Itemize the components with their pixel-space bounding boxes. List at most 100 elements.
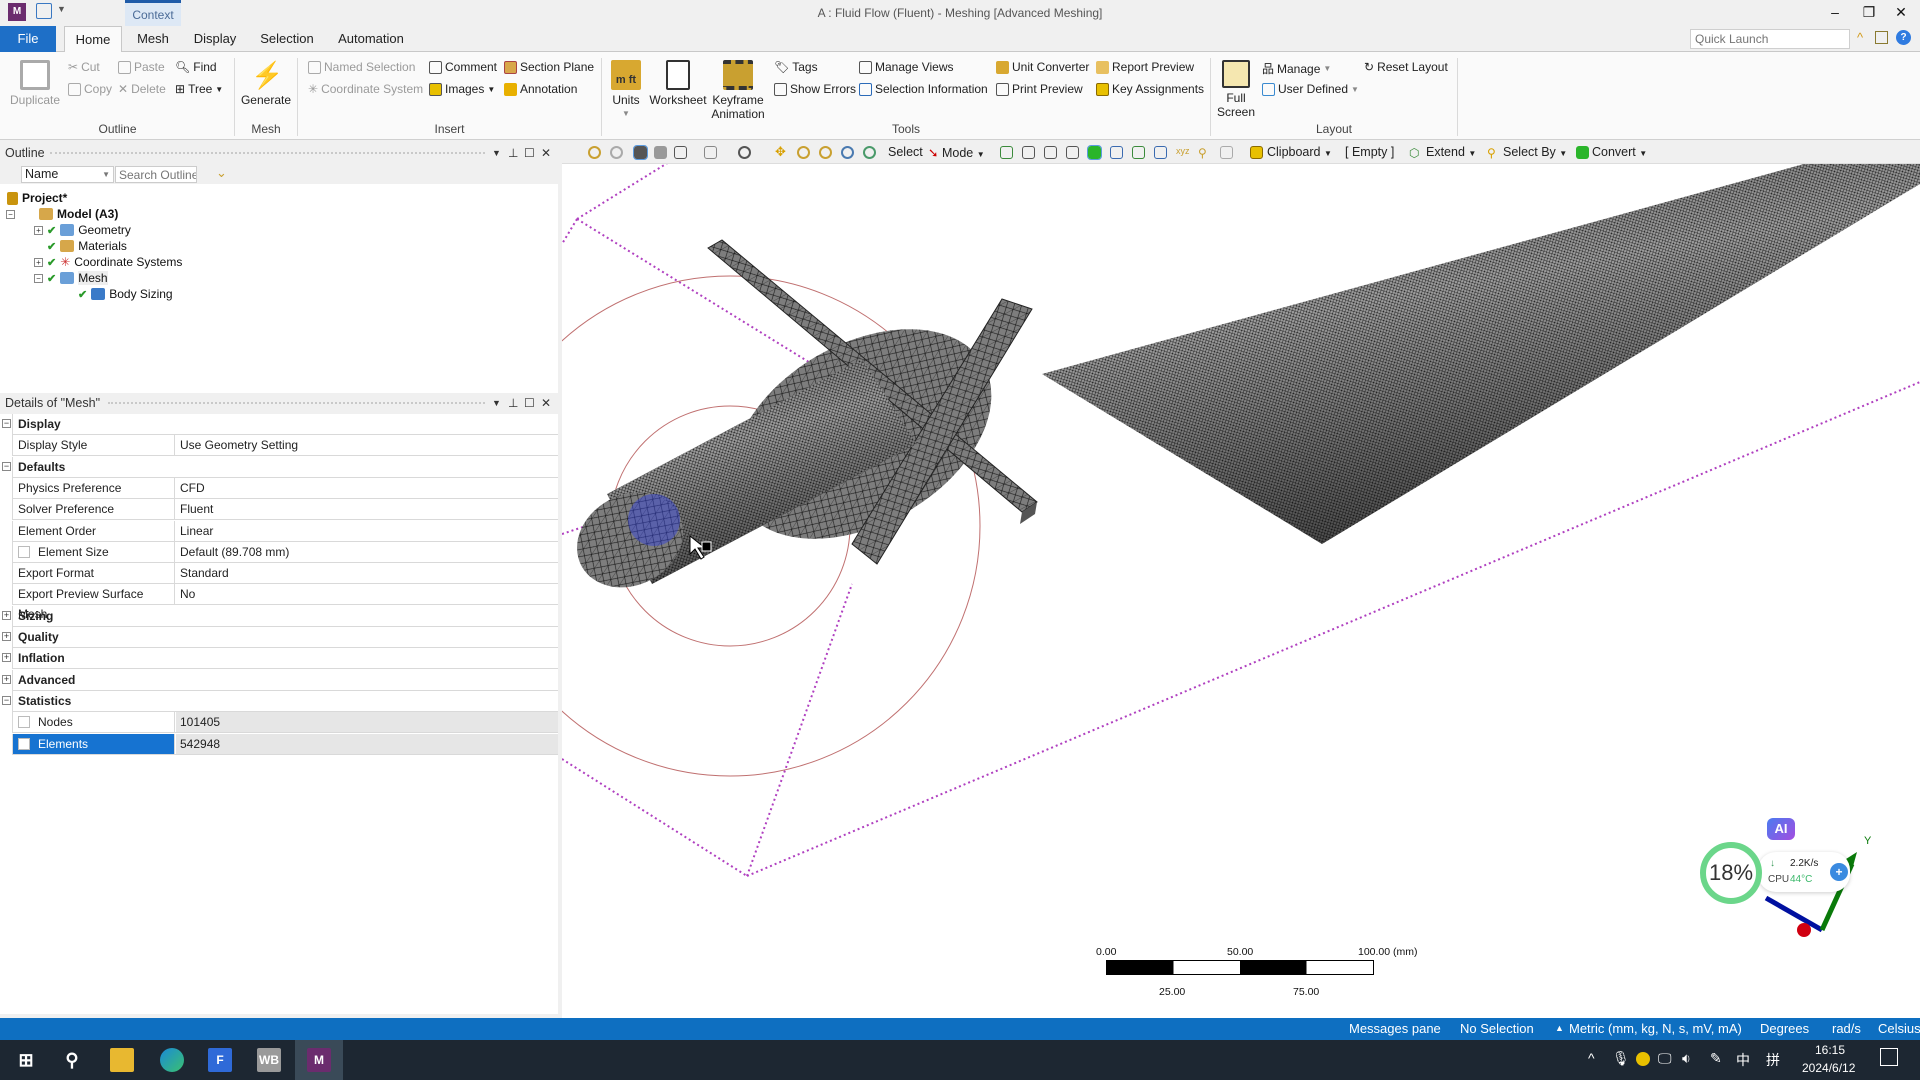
tree-item-mesh[interactable]: − ✔ Mesh	[34, 271, 108, 285]
pane-menu-icon[interactable]: ▼	[492, 393, 501, 413]
details-category[interactable]: + Sizing	[2, 605, 558, 627]
select-node-icon[interactable]	[1154, 146, 1167, 159]
tree-button[interactable]: ⊞ Tree ▼	[175, 82, 223, 96]
select-button[interactable]: Select	[888, 145, 923, 159]
expand-icon[interactable]: +	[2, 610, 11, 620]
workbench-app-icon[interactable]: WB	[257, 1048, 281, 1072]
fluent-app-icon[interactable]: F	[208, 1048, 232, 1072]
plus-icon[interactable]: +	[1830, 863, 1848, 881]
ime-mode[interactable]: 中	[1736, 1050, 1750, 1070]
collapse-icon[interactable]: −	[6, 209, 15, 219]
show-errors-button[interactable]: Show Errors	[774, 82, 856, 96]
details-category[interactable]: − Statistics	[2, 690, 558, 712]
property-value[interactable]: Fluent	[176, 499, 558, 519]
perf-card[interactable]: ↓ 2.2K/s CPU 44°C +	[1758, 852, 1850, 892]
expand-icon[interactable]: +	[2, 632, 11, 641]
details-row[interactable]: Element Size Default (89.708 mm)	[12, 541, 558, 563]
app-tray-icon[interactable]	[1636, 1052, 1650, 1066]
named-selection-button[interactable]: Named Selection	[308, 60, 415, 74]
clock-time[interactable]: 16:15	[1815, 1043, 1845, 1057]
user-defined-button[interactable]: User Defined ▼	[1262, 82, 1359, 96]
tab-automation[interactable]: Automation	[333, 26, 409, 52]
label-icon[interactable]	[1220, 146, 1233, 159]
context-tab[interactable]: Context	[125, 0, 181, 26]
worksheet-button[interactable]: Worksheet	[648, 60, 708, 107]
tab-mesh[interactable]: Mesh	[128, 26, 178, 52]
details-category[interactable]: + Quality	[2, 627, 558, 648]
search-options-icon[interactable]: ⌄	[216, 165, 227, 181]
property-value[interactable]: Default (89.708 mm)	[176, 542, 558, 562]
details-row[interactable]: Export Format Standard	[12, 563, 558, 585]
key-assignments-button[interactable]: Key Assignments	[1096, 82, 1204, 96]
windows-start-icon[interactable]: ⊞	[14, 1048, 38, 1072]
zoom-previous-icon[interactable]	[588, 146, 601, 159]
select-mesh-icon[interactable]	[1000, 146, 1013, 159]
find-button[interactable]: 🔍︎ Find	[175, 60, 217, 74]
maximize-pane-icon[interactable]: ☐	[524, 143, 535, 163]
tab-home[interactable]: Home	[64, 26, 122, 53]
report-preview-button[interactable]: Report Preview	[1096, 60, 1194, 74]
expand-icon[interactable]: +	[2, 674, 11, 684]
volume-icon[interactable]: 🔉︎	[1682, 1050, 1691, 1067]
details-row[interactable]: Physics Preference CFD	[12, 477, 558, 499]
property-value[interactable]: Linear	[176, 521, 558, 541]
drag-handle[interactable]	[108, 402, 485, 404]
select-body-icon[interactable]	[1087, 145, 1102, 160]
select-element-face-icon[interactable]	[1110, 146, 1123, 159]
box-zoom-icon[interactable]	[819, 146, 832, 159]
tree-item-coordinate-systems[interactable]: + ✔ ✳ Coordinate Systems	[34, 255, 182, 269]
restore-button[interactable]: ❐	[1854, 4, 1884, 22]
select-by-icon[interactable]: ⚲	[1487, 146, 1500, 160]
pin-icon[interactable]: ⊥	[508, 143, 518, 163]
images-button[interactable]: Images ▼	[429, 82, 495, 96]
close-pane-icon[interactable]: ✕	[541, 143, 551, 163]
property-value[interactable]: Use Geometry Setting	[176, 435, 558, 455]
details-category[interactable]: − Display	[2, 414, 558, 435]
clock-date[interactable]: 2024/6/12	[1802, 1061, 1855, 1075]
manage-button[interactable]: 品 Manage ▼	[1262, 60, 1331, 77]
paste-button[interactable]: Paste	[118, 60, 165, 74]
tree-item-model[interactable]: − Model (A3)	[6, 207, 118, 221]
tray-overflow-icon[interactable]: ^	[1588, 1050, 1595, 1066]
tab-file[interactable]: File	[0, 26, 56, 52]
select-vertex-icon[interactable]	[1022, 146, 1035, 159]
save-icon[interactable]	[36, 3, 52, 19]
pin-icon[interactable]: ⊥	[508, 393, 518, 413]
coordinate-system-button[interactable]: ✳ Coordinate System	[308, 82, 423, 96]
details-row[interactable]: Nodes 101405	[12, 712, 558, 734]
ime-pinyin[interactable]: 拼	[1766, 1050, 1780, 1070]
tree-item-body-sizing[interactable]: ✔ Body Sizing	[78, 287, 173, 301]
probe-icon[interactable]: ⚲	[1198, 146, 1211, 160]
collapse-icon[interactable]: −	[34, 273, 43, 283]
rotate-icon[interactable]	[738, 146, 751, 159]
section-plane-button[interactable]: Section Plane	[504, 60, 594, 74]
cut-button[interactable]: ✂ Cut	[68, 60, 100, 74]
tree-item-geometry[interactable]: + ✔ Geometry	[34, 223, 131, 237]
temperature-units[interactable]: Celsius	[1878, 1021, 1920, 1036]
angle-units[interactable]: Degrees	[1760, 1021, 1809, 1036]
magnifier-icon[interactable]	[863, 146, 876, 159]
parameter-checkbox[interactable]	[18, 737, 30, 750]
search-icon[interactable]: ⚲	[60, 1048, 84, 1072]
units-status[interactable]: Metric (mm, kg, N, s, mV, mA)	[1569, 1021, 1742, 1036]
wireframe-icon[interactable]	[674, 146, 687, 159]
select-by-button[interactable]: Select By ▼	[1503, 145, 1567, 159]
shaded-edges-icon[interactable]	[633, 145, 648, 160]
details-category[interactable]: + Inflation	[2, 648, 558, 670]
duplicate-button[interactable]: Duplicate	[8, 60, 62, 107]
help-icon[interactable]: ?	[1896, 30, 1911, 45]
expand-icon[interactable]: +	[34, 225, 43, 235]
selection-information-button[interactable]: Selection Information	[859, 82, 988, 96]
drag-handle[interactable]	[50, 152, 485, 154]
cpu-usage-ring[interactable]: 18%	[1700, 842, 1762, 904]
tree-item-project[interactable]: Project*	[7, 191, 67, 205]
mode-button[interactable]: ➘ Mode ▼	[928, 145, 985, 160]
pen-icon[interactable]: ✎	[1710, 1050, 1722, 1067]
shaded-icon[interactable]	[654, 146, 667, 159]
annotation-button[interactable]: Annotation	[504, 82, 577, 96]
parameter-checkbox[interactable]	[18, 545, 30, 558]
details-category[interactable]: − Defaults	[2, 456, 558, 478]
generate-button[interactable]: ⚡ Generate	[238, 60, 294, 107]
clipboard-icon[interactable]	[1250, 146, 1263, 159]
expand-icon[interactable]: +	[2, 653, 11, 663]
